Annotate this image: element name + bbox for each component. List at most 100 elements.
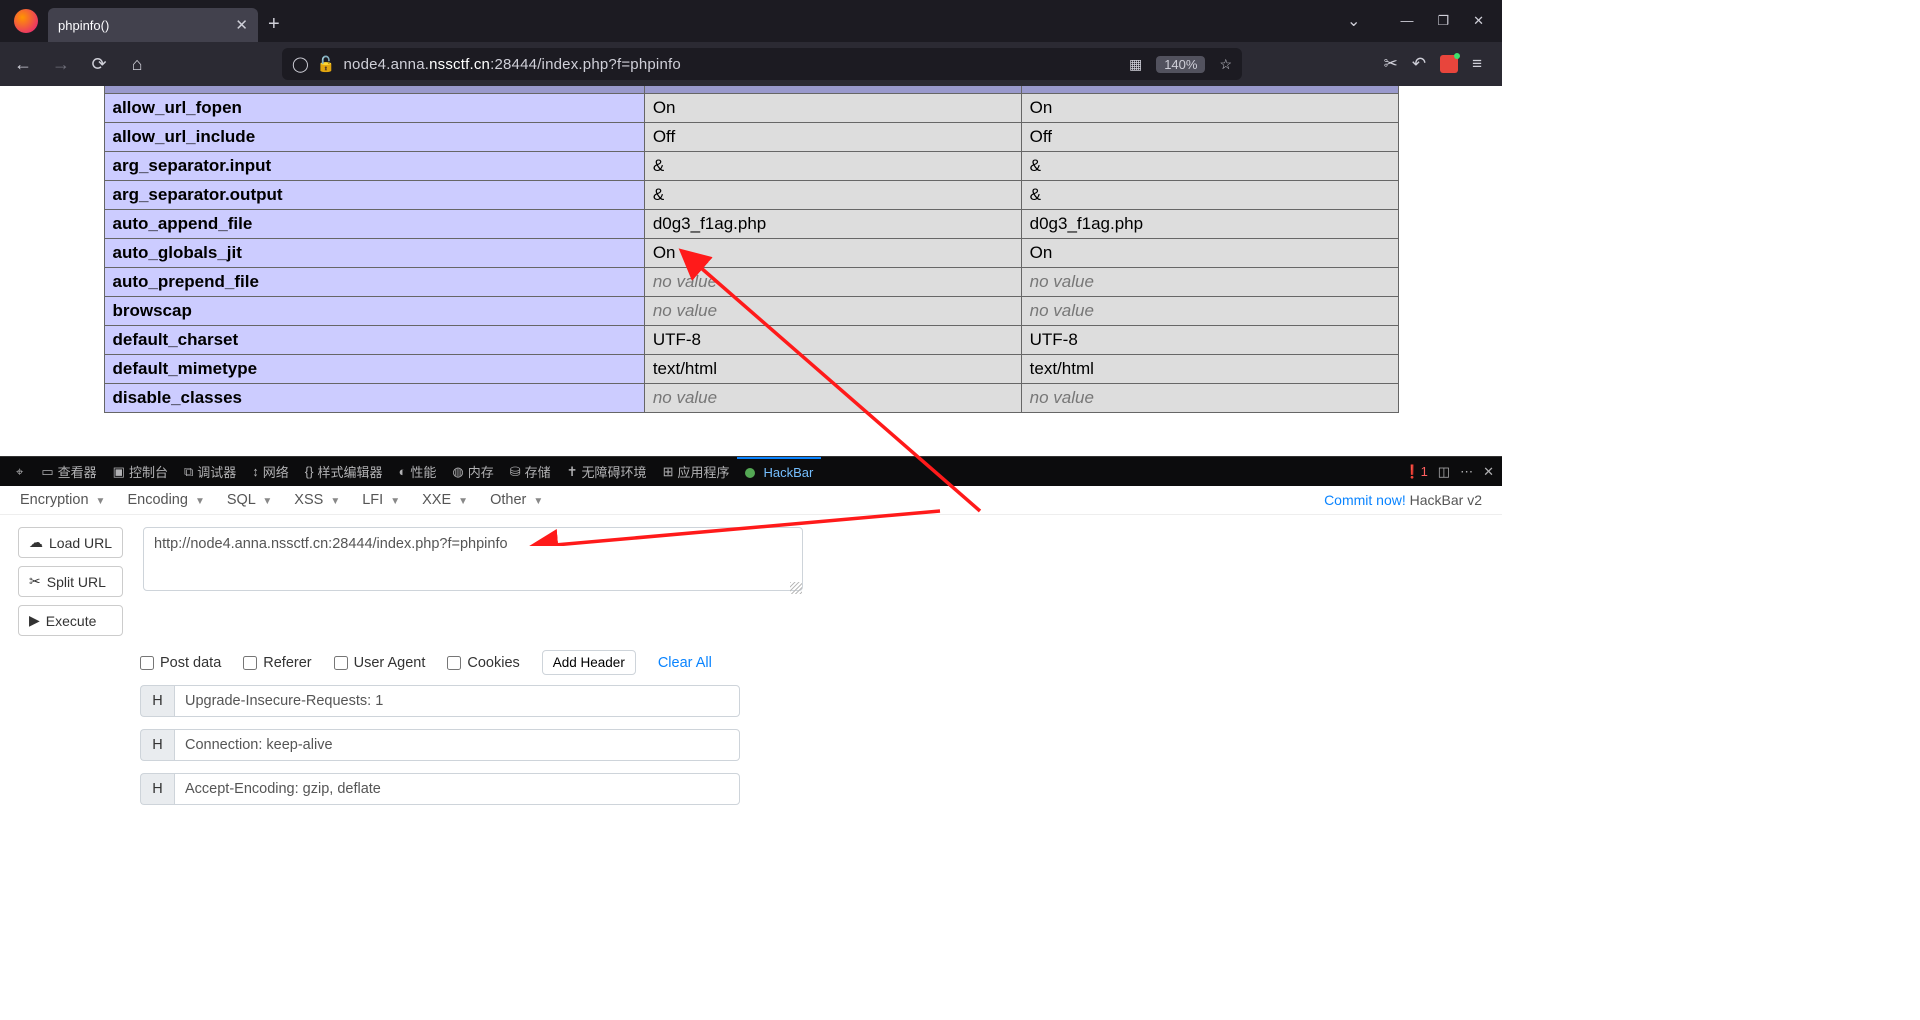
- phpinfo-row: auto_append_filed0g3_f1ag.phpd0g3_f1ag.p…: [104, 210, 1398, 239]
- split-url-button[interactable]: ✂Split URL: [18, 566, 123, 597]
- phpinfo-row: arg_separator.input&&: [104, 152, 1398, 181]
- phpinfo-thead: DirectiveLocal ValueMaster Value: [104, 86, 1398, 94]
- devtools-tab-网络[interactable]: ↕网络: [244, 457, 297, 487]
- cookies-checkbox[interactable]: Cookies: [447, 655, 519, 671]
- devtools-tab-调试器[interactable]: ⧉调试器: [176, 457, 244, 487]
- phpinfo-tbody: allow_url_fopenOnOnallow_url_includeOffO…: [104, 94, 1398, 413]
- local-value-cell: text/html: [644, 355, 1021, 384]
- url-bar[interactable]: ◯ 🔓 node4.anna.nssctf.cn:28444/index.php…: [282, 48, 1242, 80]
- useragent-checkbox[interactable]: User Agent: [334, 655, 426, 671]
- devtools-tab-查看器[interactable]: ▭查看器: [33, 457, 104, 487]
- back-button[interactable]: ←: [10, 54, 36, 75]
- devtools-tab-控制台[interactable]: ▣控制台: [105, 457, 176, 487]
- master-value-cell: no value: [1021, 384, 1398, 413]
- devtools-tabbar: ⌖ ▭查看器▣控制台⧉调试器↕网络{}样式编辑器◐性能◍内存⛁存储✝无障碍环境⊞…: [0, 456, 1502, 486]
- header-letter-badge: H: [140, 729, 174, 761]
- devtools-tab-无障碍环境[interactable]: ✝无障碍环境: [559, 457, 655, 487]
- ext-crop-icon[interactable]: ✂: [1384, 54, 1398, 74]
- header-input[interactable]: [174, 729, 740, 761]
- hackbar-menu-lfi[interactable]: LFI ▼: [362, 492, 400, 508]
- ext-undo-icon[interactable]: ↶: [1412, 54, 1426, 74]
- tab-close-icon[interactable]: ✕: [235, 16, 248, 34]
- devtools-error-count[interactable]: ❗1: [1404, 464, 1427, 480]
- tabs-dropdown-icon[interactable]: ⌄: [1347, 11, 1360, 31]
- reload-button[interactable]: [86, 54, 112, 75]
- local-value-cell: no value: [644, 268, 1021, 297]
- devtools-dock-icon[interactable]: ◫: [1438, 464, 1450, 480]
- master-value-cell: On: [1021, 239, 1398, 268]
- devtools-close-icon[interactable]: ✕: [1483, 464, 1494, 480]
- directive-cell: auto_append_file: [104, 210, 644, 239]
- tab-title: phpinfo(): [58, 18, 235, 33]
- directive-cell: auto_globals_jit: [104, 239, 644, 268]
- phpinfo-row: disable_classesno valueno value: [104, 384, 1398, 413]
- local-value-cell: &: [644, 152, 1021, 181]
- devtools-more-icon[interactable]: ⋯: [1460, 464, 1473, 480]
- hamburger-menu-icon[interactable]: ≡: [1472, 54, 1482, 74]
- qr-icon[interactable]: ▦: [1129, 56, 1142, 73]
- postdata-checkbox[interactable]: Post data: [140, 655, 221, 671]
- directive-cell: default_mimetype: [104, 355, 644, 384]
- header-input[interactable]: [174, 773, 740, 805]
- devtools-tab-存储[interactable]: ⛁存储: [502, 457, 559, 487]
- textarea-resize-handle[interactable]: [790, 582, 802, 594]
- hackbar-commit-link[interactable]: Commit now!: [1324, 492, 1406, 508]
- zoom-badge[interactable]: 140%: [1156, 56, 1205, 73]
- caret-down-icon: ▼: [262, 496, 272, 507]
- window-controls: — ❐ ✕: [1400, 13, 1484, 29]
- caret-down-icon: ▼: [195, 496, 205, 507]
- directive-cell: default_charset: [104, 326, 644, 355]
- firefox-logo-icon: [14, 9, 38, 33]
- minimize-icon[interactable]: —: [1400, 13, 1413, 29]
- maximize-icon[interactable]: ❐: [1437, 13, 1449, 29]
- scissors-icon: ✂: [29, 573, 41, 590]
- master-value-cell: &: [1021, 152, 1398, 181]
- directive-cell: arg_separator.output: [104, 181, 644, 210]
- new-tab-button[interactable]: +: [268, 13, 280, 36]
- hackbar-headers-list: HHH: [0, 685, 1502, 815]
- ext-red-icon[interactable]: [1440, 55, 1458, 73]
- hackbar-menu-encryption[interactable]: Encryption ▼: [20, 492, 105, 508]
- forward-button: →: [48, 54, 74, 75]
- phpinfo-row: default_mimetypetext/htmltext/html: [104, 355, 1398, 384]
- header-row: H: [140, 773, 740, 805]
- header-letter-badge: H: [140, 773, 174, 805]
- hackbar-menu-encoding[interactable]: Encoding ▼: [127, 492, 204, 508]
- phpinfo-header: Master Value: [1021, 86, 1398, 94]
- header-input[interactable]: [174, 685, 740, 717]
- devtools-tab-应用程序[interactable]: ⊞应用程序: [655, 457, 738, 487]
- add-header-button[interactable]: Add Header: [542, 650, 636, 675]
- clear-all-link[interactable]: Clear All: [658, 655, 712, 671]
- hackbar-brand-label: HackBar v2: [1410, 492, 1482, 508]
- cloud-download-icon: ☁: [29, 534, 43, 551]
- master-value-cell: no value: [1021, 268, 1398, 297]
- hackbar-menu-sql[interactable]: SQL ▼: [227, 492, 272, 508]
- close-window-icon[interactable]: ✕: [1473, 13, 1484, 29]
- referer-checkbox[interactable]: Referer: [243, 655, 311, 671]
- devtools-pick-icon[interactable]: ⌖: [8, 457, 31, 487]
- url-text: node4.anna.nssctf.cn:28444/index.php?f=p…: [343, 56, 680, 73]
- local-value-cell: UTF-8: [644, 326, 1021, 355]
- hackbar-menu-xxe[interactable]: XXE ▼: [422, 492, 468, 508]
- insecure-lock-icon[interactable]: 🔓: [317, 55, 336, 73]
- devtools-tab-内存[interactable]: ◍内存: [444, 457, 501, 487]
- bookmark-star-icon[interactable]: ☆: [1219, 56, 1232, 73]
- devtools-tab-性能[interactable]: ◐性能: [390, 457, 444, 487]
- directive-cell: disable_classes: [104, 384, 644, 413]
- devtools-tab-样式编辑器[interactable]: {}样式编辑器: [297, 457, 391, 487]
- execute-button[interactable]: ▶Execute: [18, 605, 123, 636]
- home-button[interactable]: [124, 54, 150, 75]
- caret-down-icon: ▼: [330, 496, 340, 507]
- hackbar-menubar: Encryption ▼ Encoding ▼ SQL ▼ XSS ▼ LFI ▼ XXE…: [0, 486, 1502, 515]
- hackbar-url-textarea[interactable]: [143, 527, 803, 591]
- caret-down-icon: ▼: [533, 496, 543, 507]
- hackbar-menu-other[interactable]: Other ▼: [490, 492, 543, 508]
- load-url-button[interactable]: ☁Load URL: [18, 527, 123, 558]
- devtools-tab-HackBar[interactable]: HackBar: [737, 457, 821, 487]
- phpinfo-header: Directive: [104, 86, 644, 94]
- local-value-cell: &: [644, 181, 1021, 210]
- browser-tab[interactable]: phpinfo() ✕: [48, 8, 258, 42]
- phpinfo-table: DirectiveLocal ValueMaster Value allow_u…: [104, 86, 1399, 413]
- shield-icon[interactable]: ◯: [292, 55, 309, 73]
- hackbar-menu-xss[interactable]: XSS ▼: [294, 492, 340, 508]
